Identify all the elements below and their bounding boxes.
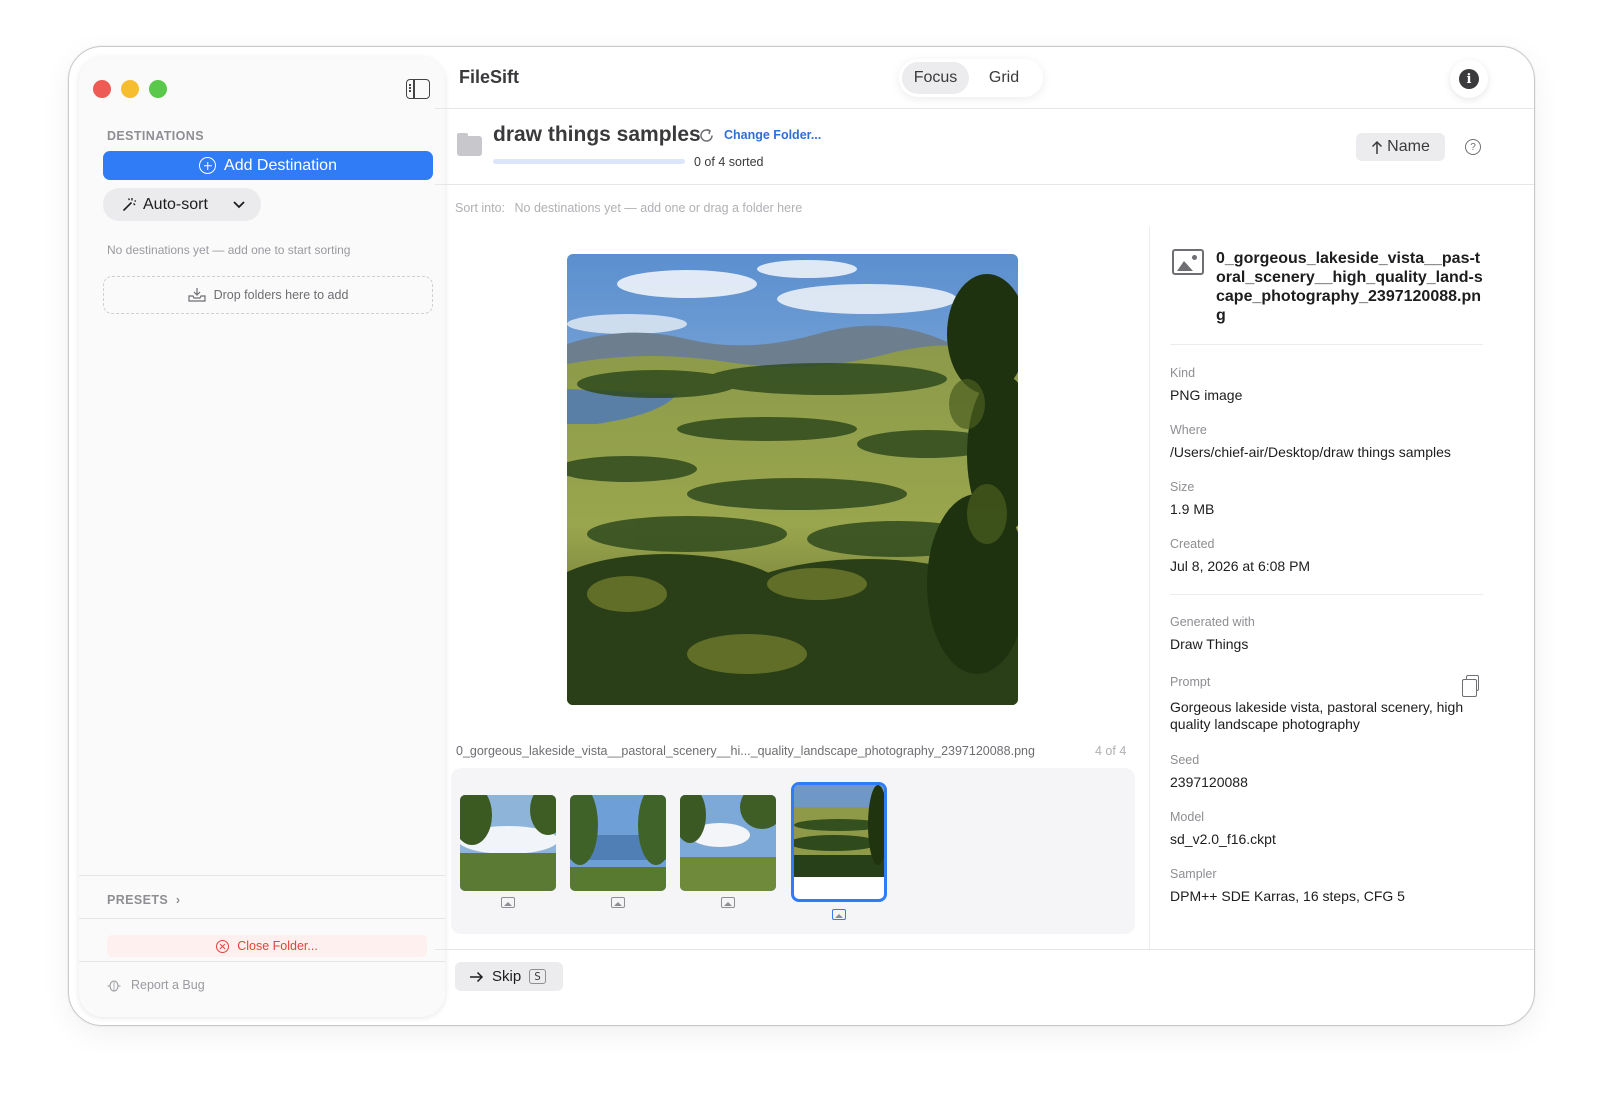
window-controls [93,80,167,98]
empty-destinations-message: No destinations yet — add one to start s… [107,243,351,257]
minimize-window-button[interactable] [121,80,139,98]
bug-icon [107,980,121,992]
thumbnail[interactable] [460,795,556,891]
prompt-label: Prompt [1170,675,1211,689]
skip-label: Skip [492,968,522,985]
add-destination-button[interactable]: Add Destination [103,151,433,180]
thumbnail[interactable] [570,795,666,891]
where-value: /Users/chief-air/Desktop/draw things sam… [1170,444,1451,460]
sampler-label: Sampler [1170,867,1217,881]
model-value: sd_v2.0_f16.ckpt [1170,831,1276,847]
divider [435,949,1534,950]
sampler-value: DPM++ SDE Karras, 16 steps, CFG 5 [1170,888,1405,904]
sidebar-toggle-icon[interactable] [406,79,430,99]
dropzone-label: Drop folders here to add [213,288,349,302]
created-value: Jul 8, 2026 at 6:08 PM [1170,558,1311,574]
destinations-heading: DESTINATIONS [107,129,204,143]
report-bug-label: Report a Bug [131,978,205,992]
tab-grid[interactable]: Grid [969,62,1039,94]
divider [1170,344,1483,345]
sort-progress-bar [493,159,685,164]
close-folder-label: Close Folder... [237,939,318,953]
size-label: Size [1170,480,1195,494]
info-button[interactable]: i [1450,60,1488,98]
refresh-icon[interactable] [698,127,715,149]
divider [79,875,445,876]
auto-sort-label: Auto-sort [143,195,208,213]
app-window: DESTINATIONS Add Destination Auto-sort N… [68,46,1535,1026]
thumbnail-strip [451,768,1135,934]
model-label: Model [1170,810,1205,824]
sidebar: DESTINATIONS Add Destination Auto-sort N… [79,57,445,1017]
generated-with-label: Generated with [1170,615,1255,629]
sorted-count: 0 of 4 sorted [694,155,764,169]
divider [435,184,1534,185]
presets-label: PRESETS [107,893,169,907]
presets-toggle[interactable]: PRESETS › [107,893,180,907]
sort-into-message: No destinations yet — add one or drag a … [514,201,803,215]
x-circle-icon [216,939,230,953]
skip-shortcut-key: S [529,969,546,984]
info-icon: i [1459,69,1479,89]
where-label: Where [1170,423,1207,437]
image-file-icon [501,897,515,908]
chevron-down-icon [233,197,245,212]
image-file-icon [832,909,846,920]
sort-button-label: Name [1387,138,1430,155]
auto-sort-dropdown[interactable]: Auto-sort [103,188,261,221]
plus-circle-icon [199,157,217,174]
generated-with-value: Draw Things [1170,636,1249,652]
kind-value: PNG image [1170,387,1243,403]
close-window-button[interactable] [93,80,111,98]
sort-by-name-button[interactable]: Name [1356,133,1445,161]
tab-focus[interactable]: Focus [902,62,969,94]
add-destination-label: Add Destination [224,156,337,174]
size-value: 1.9 MB [1170,501,1215,517]
divider [435,108,1534,109]
file-position: 4 of 4 [1095,744,1127,758]
divider [79,918,445,919]
divider [1170,594,1483,595]
thumbnail[interactable] [680,795,776,891]
image-file-icon [721,897,735,908]
image-file-icon [1172,249,1204,275]
magic-wand-icon [123,197,136,211]
view-mode-switcher: Focus Grid [899,59,1043,97]
app-title: FileSift [459,67,520,87]
arrow-right-icon [470,971,484,982]
seed-label: Seed [1170,753,1200,767]
chevron-right-icon: › [172,893,181,907]
divider [79,961,445,962]
created-label: Created [1170,537,1215,551]
report-bug-button[interactable]: Report a Bug [107,978,205,992]
change-folder-link[interactable]: Change Folder... [724,128,821,142]
info-panel: 0_gorgeous_lakeside_vista__pas-toral_sce… [1149,227,1534,949]
info-file-name: 0_gorgeous_lakeside_vista__pas-toral_sce… [1216,250,1483,324]
skip-button[interactable]: Skip S [455,962,563,991]
folder-title: draw things samples [493,123,701,146]
image-preview[interactable] [567,254,1018,705]
close-folder-button[interactable]: Close Folder... [107,935,427,957]
kind-label: Kind [1170,366,1196,380]
copy-icon[interactable] [1462,675,1479,697]
tray-download-icon [187,288,206,302]
prompt-value: Gorgeous lakeside vista, pastoral scener… [1170,699,1464,732]
sort-into-label: Sort into: [455,201,506,215]
thumbnail-selected[interactable] [791,782,887,902]
zoom-window-button[interactable] [149,80,167,98]
arrow-up-icon [1372,140,1383,154]
help-icon[interactable]: ? [1465,139,1481,155]
seed-value: 2397120088 [1170,774,1248,790]
folder-icon [457,133,482,156]
sort-into-bar: Sort into: No destinations yet — add one… [455,201,802,215]
current-file-caption: 0_gorgeous_lakeside_vista__pastoral_scen… [456,744,1035,758]
folder-dropzone[interactable]: Drop folders here to add [103,276,433,314]
image-file-icon [611,897,625,908]
